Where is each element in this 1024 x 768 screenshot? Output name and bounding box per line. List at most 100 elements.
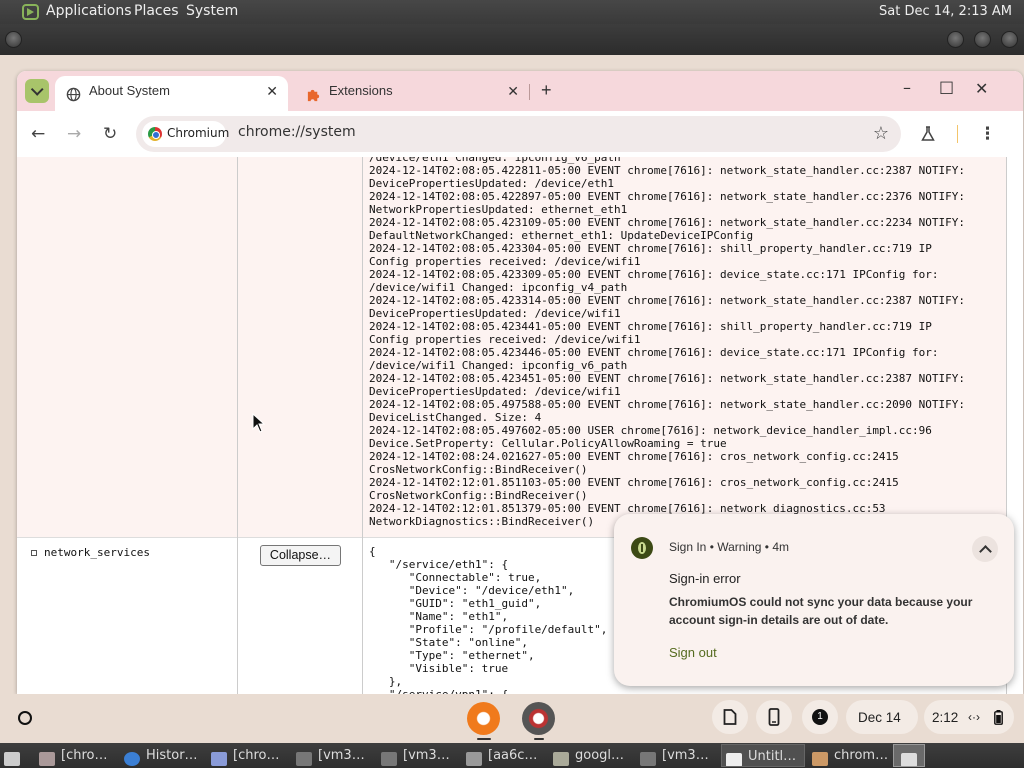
mate-logo-icon[interactable] (22, 4, 39, 20)
taskbar-item[interactable]: [chro… (207, 744, 289, 767)
running-indicator (477, 738, 491, 740)
log-line: 2024-12-14T02:08:05.422897-05:00 EVENT c… (369, 190, 966, 203)
log-text: /device/eth1 Changed: ipconfig_v6_path 20… (369, 157, 965, 528)
chromium-app-icon[interactable] (467, 702, 500, 735)
tab-close-button[interactable]: ✕ (507, 83, 519, 100)
log-line: /device/wifi1 Changed: ipconfig_v4_path (369, 281, 628, 294)
tray-phone-button[interactable] (756, 700, 792, 734)
menu-kebab-icon[interactable]: ⋮ (979, 124, 996, 144)
sign-in-notification[interactable]: Sign In • Warning • 4m Sign-in error Chr… (614, 514, 1014, 686)
log-line: CrosNetworkConfig::BindReceiver() (369, 463, 588, 476)
column-divider (237, 157, 238, 694)
json-line: "Profile": "/profile/default", (369, 623, 608, 636)
document-icon (723, 709, 737, 725)
log-line: 2024-12-14T02:08:05.423441-05:00 EVENT c… (369, 320, 932, 333)
viewer-close-button[interactable] (1001, 31, 1018, 48)
bookmark-star-icon[interactable]: ☆ (873, 123, 889, 144)
log-line: 2024-12-14T02:08:05.423304-05:00 EVENT c… (369, 242, 932, 255)
minimize-icon[interactable]: – (903, 78, 911, 97)
viewer-minimize-button[interactable] (947, 31, 964, 48)
tab-close-button[interactable]: ✕ (266, 83, 278, 100)
sign-out-button[interactable]: Sign out (669, 645, 717, 660)
tray-status-area[interactable]: 2:12 ‹·› (924, 700, 1014, 734)
tray-notification-button[interactable]: 1 (802, 700, 838, 734)
tab-search-button[interactable] (25, 79, 49, 103)
notification-count-badge: 1 (812, 709, 828, 725)
taskbar-item[interactable]: [vm3… (292, 744, 374, 767)
log-line: 2024-12-14T02:08:05.423451-05:00 EVENT c… (369, 372, 966, 385)
maximize-icon[interactable]: □ (939, 77, 954, 96)
menu-places[interactable]: Places (134, 3, 179, 19)
taskbar-item[interactable]: googl… (549, 744, 633, 767)
log-line: 2024-12-14T02:08:05.423309-05:00 EVENT c… (369, 268, 939, 281)
show-desktop-button[interactable] (0, 744, 26, 767)
bottom-taskbar: [chro… Histor… [chro… [vm3… [vm3… [aa6c…… (0, 743, 1024, 768)
tab-label: About System (89, 83, 170, 98)
globe-icon (66, 87, 81, 102)
viewer-menu-button[interactable] (5, 31, 22, 48)
row-key: network_services (31, 546, 150, 559)
panel-clock[interactable]: Sat Dec 14, 2:13 AM (879, 4, 1012, 19)
log-line: Config properties received: /device/wifi… (369, 333, 641, 346)
json-text: { "/service/eth1": { "Connectable": true… (369, 545, 607, 694)
json-line: "Connectable": true, (369, 571, 542, 584)
viewer-titlebar (0, 24, 1024, 55)
log-line: CrosNetworkConfig::BindReceiver() (369, 489, 588, 502)
json-line: "State": "online", (369, 636, 528, 649)
taskbar-item[interactable]: [chro… (35, 744, 115, 767)
url-text[interactable]: chrome://system (238, 124, 356, 140)
log-line: NetworkPropertiesUpdated: ethernet_eth1 (369, 203, 628, 216)
tray-time: 2:12 (932, 710, 959, 725)
json-line: "GUID": "eth1_guid", (369, 597, 542, 610)
reload-icon[interactable]: ↻ (103, 124, 117, 144)
mouse-cursor-icon (252, 413, 265, 433)
log-line: /device/wifi1 Changed: ipconfig_v6_path (369, 359, 628, 372)
json-line: { (369, 545, 376, 558)
tab-extensions[interactable]: Extensions ✕ (295, 76, 529, 111)
taskbar-item[interactable]: [aa6c… (462, 744, 546, 767)
taskbar-item[interactable]: Histor… (120, 744, 204, 767)
labs-flask-icon[interactable] (920, 126, 936, 142)
notification-body: ChromiumOS could not sync your data beca… (669, 595, 973, 627)
tab-about-system[interactable]: About System ✕ (55, 76, 288, 111)
notification-heading: Sign-in error (669, 571, 741, 586)
close-icon[interactable]: ✕ (975, 79, 988, 98)
site-info-chip[interactable]: Chromium (142, 121, 229, 147)
collapse-chevron-icon[interactable] (972, 536, 998, 562)
log-line: Device.SetProperty: Cellular.PolicyAllow… (369, 437, 727, 450)
log-line: 2024-12-14T02:08:05.497588-05:00 EVENT c… (369, 398, 966, 411)
warning-icon (631, 537, 653, 559)
menu-applications[interactable]: Applications (46, 3, 132, 19)
taskbar-item[interactable]: [vm3… (636, 744, 718, 767)
forward-arrow-icon[interactable]: → (67, 124, 81, 144)
omnibox[interactable]: Chromium chrome://system ☆ (136, 116, 901, 152)
collapse-button[interactable]: Collapse… (260, 545, 341, 566)
log-line: 2024-12-14T02:08:24.021627-05:00 EVENT c… (369, 450, 899, 463)
notification-title: Sign In • Warning • 4m (669, 540, 790, 554)
new-tab-button[interactable]: + (541, 80, 552, 101)
tray-notes-button[interactable] (712, 700, 748, 734)
viewer-maximize-button[interactable] (974, 31, 991, 48)
column-divider (362, 157, 363, 694)
running-indicator (534, 738, 544, 740)
log-line: DevicePropertiesUpdated: /device/eth1 (369, 177, 615, 190)
battery-icon (994, 710, 1003, 725)
network-ethernet-icon: ‹·› (968, 710, 980, 724)
json-line: "Visible": true (369, 662, 509, 675)
taskbar-item-active[interactable]: Untitl… (721, 744, 805, 767)
log-line: 2024-12-14T02:08:05.423109-05:00 EVENT c… (369, 216, 966, 229)
toolbar-separator (957, 125, 958, 143)
taskbar-item[interactable]: chrom… (808, 744, 892, 767)
menu-system[interactable]: System (186, 3, 238, 19)
back-arrow-icon[interactable]: ← (31, 124, 45, 144)
taskbar-item[interactable]: [vm3… (377, 744, 459, 767)
log-line: /device/eth1 Changed: ipconfig_v6_path (369, 157, 621, 164)
launcher-icon[interactable] (18, 711, 32, 725)
browser-toolbar: ← → ↻ Chromium chrome://system ☆ ⋮ (17, 111, 1023, 157)
log-line: 2024-12-14T02:08:05.422811-05:00 EVENT c… (369, 164, 966, 177)
workspace-switcher[interactable] (893, 744, 925, 767)
tray-date-button[interactable]: Dec 14 (846, 700, 918, 734)
log-line: 2024-12-14T02:08:05.423446-05:00 EVENT c… (369, 346, 939, 359)
json-line: "Name": "eth1", (369, 610, 509, 623)
settings-app-icon[interactable] (522, 702, 555, 735)
